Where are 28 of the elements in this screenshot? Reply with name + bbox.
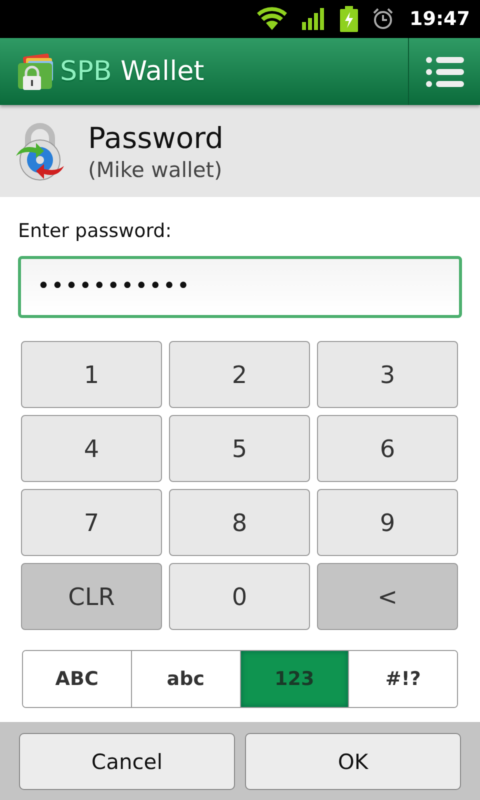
keypad-key[interactable]: 5 [169, 415, 310, 482]
battery-charging-icon [340, 6, 358, 32]
wallet-lock-icon [18, 52, 54, 90]
menu-icon [426, 56, 464, 86]
alarm-clock-icon [372, 8, 394, 30]
lock-sync-icon [14, 120, 66, 182]
clock-time: 19:47 [410, 8, 470, 30]
wallet-name: (Mike wallet) [88, 158, 224, 182]
password-field[interactable]: ••••••••••• [18, 256, 462, 318]
app-title: SPB Wallet [60, 56, 204, 87]
keypad-key[interactable]: < [317, 563, 458, 630]
keypad-key[interactable]: 7 [21, 489, 162, 556]
keypad-key[interactable]: CLR [21, 563, 162, 630]
keypad-key[interactable]: 3 [317, 341, 458, 408]
keypad-key[interactable]: 4 [21, 415, 162, 482]
keypad-key[interactable]: 9 [317, 489, 458, 556]
keypad-key[interactable]: 2 [169, 341, 310, 408]
keypad-key[interactable]: 1 [21, 341, 162, 408]
keypad-key[interactable]: 6 [317, 415, 458, 482]
header-title: Password [88, 120, 224, 154]
cancel-button[interactable]: Cancel [19, 733, 235, 790]
ok-button[interactable]: OK [245, 733, 461, 790]
wifi-icon [256, 7, 288, 31]
signal-icon [302, 8, 326, 30]
keypad-key[interactable]: 0 [169, 563, 310, 630]
field-label: Enter password: [18, 219, 173, 244]
input-mode-tab[interactable]: #!? [348, 651, 457, 707]
keypad-key[interactable]: 8 [169, 489, 310, 556]
